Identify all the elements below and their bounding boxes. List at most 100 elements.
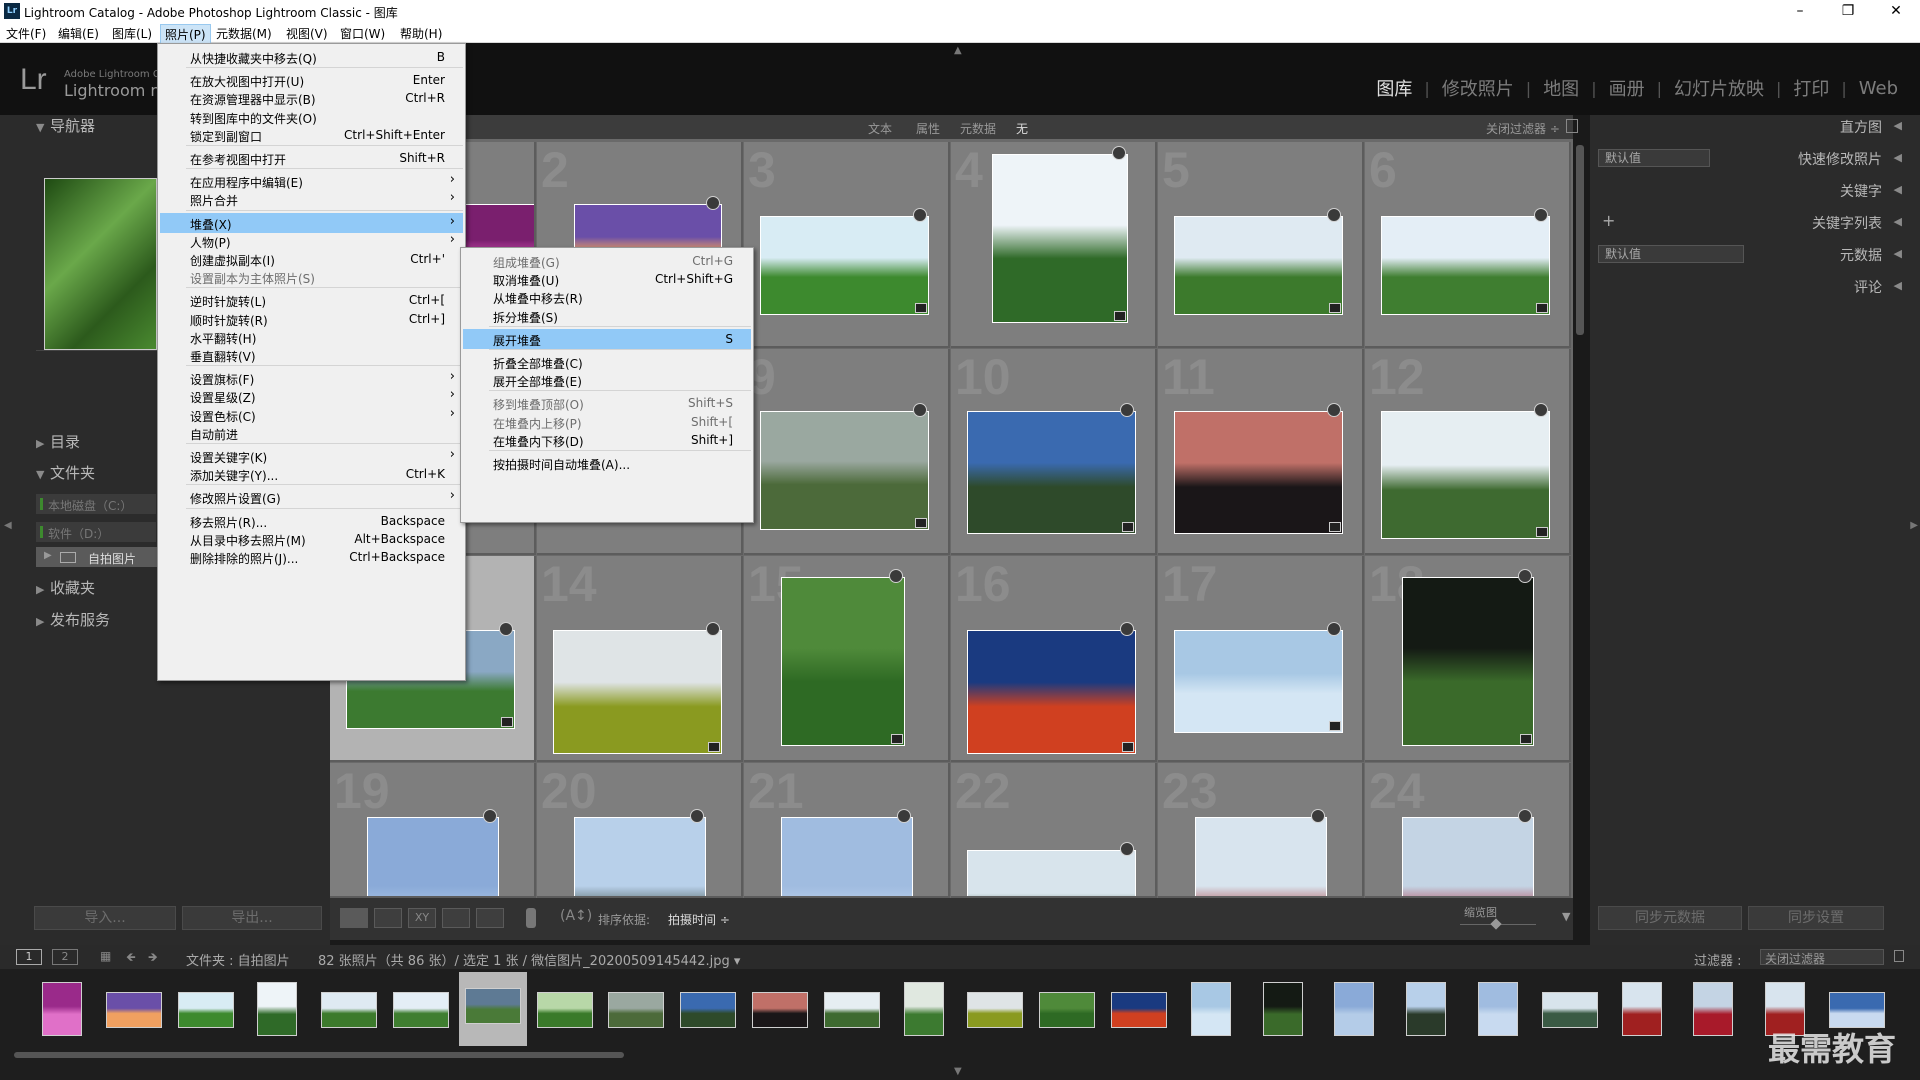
metadata-header[interactable]: 元数据: [1840, 245, 1882, 265]
filter-metadata-tab[interactable]: 元数据: [960, 120, 996, 137]
back-arrow-icon[interactable]: 🡸: [126, 948, 136, 969]
sort-direction-icon[interactable]: (A↕): [560, 908, 592, 924]
catalog-header[interactable]: ▶ 目录: [36, 431, 80, 455]
sync-settings-button[interactable]: 同步设置: [1748, 906, 1884, 930]
folders-header[interactable]: ▼ 文件夹: [36, 462, 95, 486]
grid-cell[interactable]: 4: [951, 142, 1157, 348]
minimize-button[interactable]: –: [1780, 2, 1820, 20]
menu-item[interactable]: 在放大视图中打开(U) Enter: [160, 70, 463, 90]
filmstrip-thumb[interactable]: [387, 978, 455, 1042]
menu-help[interactable]: 帮助(H): [396, 24, 446, 43]
filmstrip-image[interactable]: [177, 992, 234, 1028]
toolbar-menu-icon[interactable]: ▼: [1562, 910, 1570, 923]
module-5[interactable]: 打印: [1781, 75, 1841, 101]
navigator-header[interactable]: ▼ 导航器: [36, 115, 95, 139]
grid-cell[interactable]: 24: [1365, 763, 1571, 898]
filmstrip-thumb[interactable]: [1536, 978, 1604, 1042]
filmstrip-thumb[interactable]: [818, 978, 886, 1042]
filmstrip-image[interactable]: [257, 982, 298, 1036]
filmstrip-thumb[interactable]: [1033, 978, 1101, 1042]
filmstrip-thumb[interactable]: [1464, 978, 1532, 1042]
filmstrip-image[interactable]: [1111, 992, 1167, 1028]
grid-cell[interactable]: 23: [1158, 763, 1364, 898]
source-path[interactable]: 文件夹 : 自拍图片: [186, 950, 290, 969]
filmstrip-image[interactable]: [393, 992, 449, 1028]
photo-thumbnail[interactable]: [967, 630, 1137, 754]
grid-cell[interactable]: 9: [744, 349, 950, 555]
sort-dropdown[interactable]: 拍摄时间 ÷: [668, 911, 730, 928]
lock-icon[interactable]: [1566, 119, 1578, 133]
grid-cell[interactable]: 10: [951, 349, 1157, 555]
filmstrip-thumb[interactable]: [746, 978, 814, 1042]
menu-item[interactable]: 设置色标(C) ›: [160, 405, 463, 425]
navigator-preview[interactable]: [44, 178, 157, 350]
grid-cell[interactable]: 12: [1365, 349, 1571, 555]
quick-collection-icon[interactable]: [888, 568, 903, 583]
photo-thumbnail[interactable]: [553, 630, 723, 754]
filmstrip-thumb[interactable]: [458, 972, 527, 1046]
folder-volume-c[interactable]: 本地磁盘（C:）: [36, 494, 156, 514]
filmstrip-scrollbar[interactable]: [14, 1052, 624, 1058]
menu-item[interactable]: 在堆叠内下移(D) Shift+]: [463, 430, 751, 450]
grid-cell[interactable]: 21: [744, 763, 950, 898]
menu-file[interactable]: 文件(F): [2, 24, 50, 43]
filmstrip-image[interactable]: [1262, 982, 1303, 1036]
menu-edit[interactable]: 编辑(E): [54, 24, 103, 43]
filter-lock-icon[interactable]: [1894, 950, 1904, 962]
photo-thumbnail[interactable]: [781, 816, 913, 896]
filmstrip-image[interactable]: [903, 982, 944, 1036]
menu-item[interactable]: 从堆叠中移去(R): [463, 287, 751, 307]
menu-item[interactable]: 在应用程序中编辑(E) ›: [160, 171, 463, 191]
grid-icon[interactable]: ▦: [100, 949, 111, 963]
folder-selfie[interactable]: ▶ 自拍图片: [36, 547, 160, 567]
menu-item[interactable]: 取消堆叠(U) Ctrl+Shift+G: [463, 269, 751, 289]
sync-metadata-button[interactable]: 同步元数据: [1598, 906, 1742, 930]
filmstrip-image[interactable]: [321, 992, 378, 1028]
filmstrip-image[interactable]: [752, 992, 808, 1028]
filmstrip-image[interactable]: [1621, 982, 1662, 1036]
grid-cell[interactable]: 17: [1158, 556, 1364, 762]
filmstrip-image[interactable]: [823, 992, 880, 1028]
filmstrip-thumb[interactable]: [243, 978, 311, 1042]
filmstrip-image[interactable]: [967, 992, 1024, 1028]
module-1[interactable]: 修改照片: [1430, 75, 1526, 101]
filmstrip-image[interactable]: [536, 992, 593, 1028]
menu-item[interactable]: 转到图库中的文件夹(O): [160, 107, 463, 127]
menu-item[interactable]: 按拍摄时间自动堆叠(A)...: [463, 453, 751, 473]
collapse-bottom-icon[interactable]: ▼: [954, 1066, 962, 1077]
menu-item[interactable]: 删除排除的照片(J)... Ctrl+Backspace: [160, 547, 463, 567]
metadata-preset[interactable]: 默认值: [1598, 245, 1744, 263]
menu-item[interactable]: 展开全部堆叠(E): [463, 370, 751, 390]
grid-cell[interactable]: 14: [537, 556, 743, 762]
grid-scrollbar[interactable]: [1576, 145, 1584, 335]
menu-item[interactable]: 设置关键字(K) ›: [160, 446, 463, 466]
filter-none-tab[interactable]: 无: [1016, 120, 1028, 137]
photo-thumbnail[interactable]: [574, 816, 706, 896]
filmstrip-thumb[interactable]: [1249, 978, 1317, 1042]
grid-cell[interactable]: 19: [330, 763, 536, 898]
filmstrip-thumb[interactable]: [890, 978, 958, 1042]
filmstrip-thumb[interactable]: [602, 978, 670, 1042]
primary-window-button[interactable]: 1: [16, 949, 42, 965]
filmstrip-image[interactable]: [105, 992, 162, 1028]
collapse-right-icon[interactable]: ▶: [1910, 520, 1918, 531]
comments-header[interactable]: 评论: [1854, 277, 1882, 297]
quick-collection-icon[interactable]: [1120, 841, 1135, 856]
module-6[interactable]: Web: [1847, 78, 1910, 99]
photo-thumbnail[interactable]: [1381, 216, 1551, 316]
filmstrip-thumb[interactable]: [531, 978, 599, 1042]
close-button[interactable]: ✕: [1876, 2, 1916, 20]
menu-item[interactable]: 添加关键字(Y)... Ctrl+K: [160, 464, 463, 484]
menu-item[interactable]: 在参考视图中打开 Shift+R: [160, 148, 463, 168]
collapse-left-icon[interactable]: ◀: [4, 520, 12, 531]
photo-thumbnail[interactable]: [967, 849, 1137, 896]
menu-item[interactable]: 垂直翻转(V): [160, 345, 463, 365]
filmstrip-image[interactable]: [1190, 982, 1231, 1036]
quick-collection-icon[interactable]: [482, 808, 497, 823]
module-2[interactable]: 地图: [1531, 75, 1591, 101]
photo-thumbnail[interactable]: [1174, 216, 1344, 316]
photo-thumbnail[interactable]: [760, 410, 930, 531]
filmstrip-thumb[interactable]: [1320, 978, 1388, 1042]
grid-cell[interactable]: 22: [951, 763, 1157, 898]
photo-thumbnail[interactable]: [1381, 410, 1551, 539]
